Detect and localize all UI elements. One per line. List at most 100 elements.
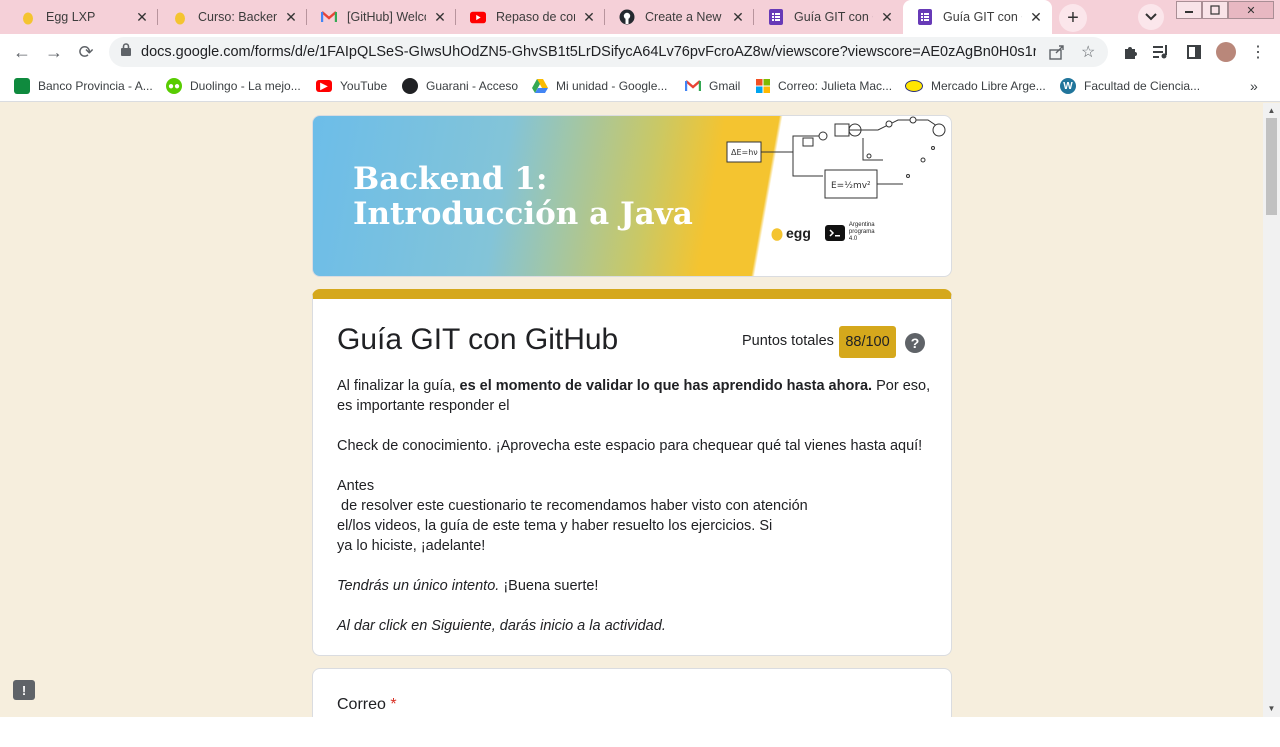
close-window-button[interactable]: ✕ xyxy=(1228,1,1274,19)
youtube-icon: ▶ xyxy=(316,80,332,92)
side-panel-icon[interactable] xyxy=(1184,42,1204,62)
description-paragraph: Tendrás un único intento. ¡Buena suerte! xyxy=(337,578,599,594)
form-header-card: Guía GIT con GitHub Puntos totales 88/10… xyxy=(312,289,952,656)
bookmark-label: Mercado Libre Arge... xyxy=(931,79,1046,93)
new-tab-button[interactable]: + xyxy=(1059,4,1087,32)
tab-search-button[interactable] xyxy=(1138,4,1164,30)
google-forms-icon xyxy=(917,9,933,25)
tab-strip: Egg LXP ✕ Curso: Backend ✕ [GitHub] Welc… xyxy=(0,0,1280,34)
close-tab-icon[interactable]: ✕ xyxy=(730,9,746,25)
close-tab-icon[interactable]: ✕ xyxy=(283,9,299,25)
description-paragraph: Al finalizar la guía, es el momento de v… xyxy=(337,378,931,414)
points-label: Puntos totales xyxy=(742,333,834,349)
star-icon[interactable]: ☆ xyxy=(1081,42,1095,62)
terminal-prompt-icon xyxy=(824,224,845,241)
bookmark-google-drive[interactable]: Mi unidad - Google... xyxy=(532,77,667,95)
forward-arrow-icon[interactable]: → xyxy=(42,40,66,64)
banco-provincia-icon xyxy=(14,78,30,94)
close-tab-icon[interactable]: ✕ xyxy=(134,9,150,25)
extensions-icon[interactable] xyxy=(1120,42,1140,62)
score-badge: 88/100 xyxy=(839,326,896,358)
email-field-label: Correo * xyxy=(337,696,397,713)
close-tab-icon[interactable]: ✕ xyxy=(581,9,597,25)
close-tab-icon[interactable]: ✕ xyxy=(1028,9,1044,25)
address-bar[interactable]: docs.google.com/forms/d/e/1FAIpQLSeS-GIw… xyxy=(109,37,1108,67)
science-doodle-illustration: ΔE=hν E=½mv² xyxy=(726,116,946,199)
tab-guia-git-1[interactable]: Guía GIT con Gi ✕ xyxy=(754,0,903,34)
share-icon[interactable] xyxy=(1049,44,1065,65)
tab-repaso-comandos[interactable]: Repaso de coma ✕ xyxy=(456,0,605,34)
close-tab-icon[interactable]: ✕ xyxy=(879,9,895,25)
bookmark-gmail[interactable]: Gmail xyxy=(685,77,740,95)
bookmark-label: Facultad de Ciencia... xyxy=(1084,79,1201,93)
description-paragraph: Check de conocimiento. ¡Aprovecha este e… xyxy=(337,438,923,454)
bookmarks-bar: Banco Provincia - A... ●● Duolingo - La … xyxy=(0,70,1280,102)
maximize-button[interactable] xyxy=(1202,1,1228,19)
profile-avatar[interactable] xyxy=(1216,42,1236,62)
scroll-up-arrow-icon[interactable]: ▲ xyxy=(1267,106,1276,115)
youtube-icon xyxy=(470,9,486,25)
tab-label: Egg LXP xyxy=(46,10,96,24)
url-text: docs.google.com/forms/d/e/1FAIpQLSeS-GIw… xyxy=(141,44,1036,60)
close-tab-icon[interactable]: ✕ xyxy=(432,9,448,25)
scroll-down-arrow-icon[interactable]: ▼ xyxy=(1267,704,1276,713)
wordpress-icon: W xyxy=(1060,78,1076,94)
egg-logo: egg xyxy=(771,225,811,241)
egg-icon xyxy=(172,9,188,25)
window-bottom-edge xyxy=(0,717,1280,747)
description-line: el/los videos, la guía de este tema y ha… xyxy=(337,518,773,534)
bookmark-banco-provincia[interactable]: Banco Provincia - A... xyxy=(14,77,153,95)
globe-icon xyxy=(402,78,418,94)
tab-egg-lxp[interactable]: Egg LXP ✕ xyxy=(6,0,158,34)
formula-kinetic-energy: E=½mv² xyxy=(831,181,871,191)
google-forms-icon xyxy=(768,9,784,25)
lock-icon xyxy=(121,43,131,61)
tab-create-new-repo[interactable]: Create a New Re ✕ xyxy=(605,0,754,34)
bookmark-guarani[interactable]: Guarani - Acceso xyxy=(402,77,518,95)
form-header-banner: ΔE=hν E=½mv² Backend 1: Introducción a J… xyxy=(312,115,952,277)
form-title: Guía GIT con GitHub xyxy=(337,323,619,356)
tab-github-welcome[interactable]: [GitHub] Welcom ✕ xyxy=(307,0,456,34)
required-asterisk: * xyxy=(390,696,397,713)
description-line: Antes xyxy=(337,478,375,494)
bookmark-youtube[interactable]: ▶ YouTube xyxy=(316,77,387,95)
bookmark-label: Mi unidad - Google... xyxy=(556,79,668,93)
tab-curso-backend[interactable]: Curso: Backend ✕ xyxy=(158,0,307,34)
tab-label: Repaso de coma xyxy=(496,10,575,24)
media-control-icon[interactable] xyxy=(1151,42,1171,62)
bookmarks-overflow-icon[interactable]: » xyxy=(1250,77,1258,95)
google-drive-icon xyxy=(532,79,548,93)
page-scrollbar[interactable]: ▲ ▼ xyxy=(1263,103,1280,717)
bookmark-duolingo[interactable]: ●● Duolingo - La mejo... xyxy=(166,77,301,95)
egg-icon xyxy=(20,9,36,25)
bookmark-facultad[interactable]: W Facultad de Ciencia... xyxy=(1060,77,1200,95)
tab-guia-git-active[interactable]: Guía GIT con Gi ✕ xyxy=(903,0,1052,34)
github-icon xyxy=(619,9,635,25)
help-icon[interactable]: ? xyxy=(905,333,925,353)
argentina-programa-logo: Argentina programa 4.0 xyxy=(824,222,881,243)
duolingo-icon: ●● xyxy=(166,78,182,94)
microsoft-icon xyxy=(756,79,770,93)
banner-title: Backend 1: Introducción a Java xyxy=(353,162,693,232)
banner-title-line1: Backend 1: xyxy=(353,161,548,197)
more-menu-icon[interactable]: ⋮ xyxy=(1248,42,1268,62)
description-line: de resolver este cuestionario te recomen… xyxy=(337,498,808,514)
bookmark-label: Guarani - Acceso xyxy=(426,79,519,93)
tab-label: Guía GIT con Gi xyxy=(794,10,873,24)
minimize-button[interactable] xyxy=(1176,1,1202,19)
bookmark-label: Gmail xyxy=(709,79,741,93)
gmail-icon xyxy=(321,9,337,25)
bookmark-mercado-libre[interactable]: Mercado Libre Arge... xyxy=(905,77,1046,95)
reload-icon[interactable]: ⟳ xyxy=(74,40,98,64)
bookmark-label: Banco Provincia - A... xyxy=(38,79,153,93)
back-arrow-icon[interactable]: ← xyxy=(10,40,34,64)
bookmark-correo[interactable]: Correo: Julieta Mac... xyxy=(756,77,892,95)
form-description: Al finalizar la guía, es el momento de v… xyxy=(337,376,932,636)
gmail-icon xyxy=(685,80,701,92)
report-feedback-icon[interactable]: ! xyxy=(13,680,35,700)
scroll-thumb[interactable] xyxy=(1266,118,1277,215)
bookmark-label: Duolingo - La mejo... xyxy=(190,79,301,93)
tab-label: Guía GIT con Gi xyxy=(943,10,1022,24)
bookmark-label: Correo: Julieta Mac... xyxy=(778,79,893,93)
tab-label: Create a New Re xyxy=(645,10,724,24)
